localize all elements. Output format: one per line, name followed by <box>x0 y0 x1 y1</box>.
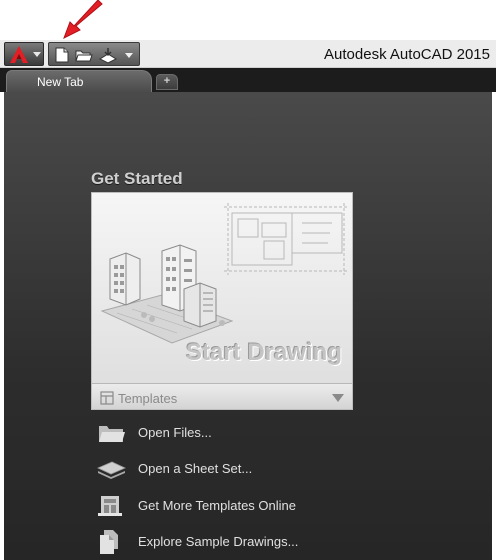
templates-dropdown[interactable]: Templates <box>92 383 352 409</box>
quick-access-toolbar <box>48 42 140 66</box>
link-label: Open a Sheet Set... <box>138 461 253 476</box>
title-bar: Autodesk AutoCAD 2015 <box>0 40 496 68</box>
window-title: Autodesk AutoCAD 2015 <box>324 46 490 63</box>
autocad-logo-icon <box>10 46 28 63</box>
link-label: Explore Sample Drawings... <box>138 534 299 549</box>
folder-icon <box>99 426 125 442</box>
tab-new-tab[interactable]: New Tab <box>6 70 152 92</box>
templates-label: Templates <box>118 391 178 406</box>
open-sheet-set-link[interactable]: Open a Sheet Set... <box>96 456 356 482</box>
templates-online-icon <box>98 496 122 516</box>
open-files-link[interactable]: Open Files... <box>96 420 356 446</box>
templates-icon <box>100 391 114 405</box>
add-tab-button[interactable]: + <box>156 74 178 90</box>
save-icon[interactable] <box>99 46 117 64</box>
application-menu-button[interactable] <box>4 42 44 66</box>
open-folder-icon[interactable] <box>75 46 93 64</box>
chevron-down-icon <box>33 52 41 57</box>
tab-label: New Tab <box>37 75 84 89</box>
explore-sample-drawings-link[interactable]: Explore Sample Drawings... <box>96 529 356 555</box>
sample-drawings-icon <box>100 530 118 554</box>
sheet-set-icon <box>97 461 126 479</box>
file-tab-strip: New Tab + <box>0 68 496 92</box>
new-file-icon[interactable] <box>53 46 71 64</box>
autocad-window: Autodesk AutoCAD 2015 New Tab + Get Star… <box>0 0 496 560</box>
get-started-heading: Get Started <box>91 169 183 188</box>
get-more-templates-link[interactable]: Get More Templates Online <box>96 493 356 519</box>
chevron-down-icon <box>332 394 344 402</box>
customize-toolbar-dropdown-icon[interactable] <box>125 53 133 58</box>
link-label: Get More Templates Online <box>138 498 296 513</box>
start-drawing-label: Start Drawing <box>185 339 342 366</box>
red-arrow-icon <box>63 0 103 40</box>
start-drawing-card[interactable]: Start Drawing Templates <box>91 192 353 410</box>
link-label: Open Files... <box>138 425 212 440</box>
start-page: Get Started Start Drawing Templates Open… <box>4 92 492 560</box>
